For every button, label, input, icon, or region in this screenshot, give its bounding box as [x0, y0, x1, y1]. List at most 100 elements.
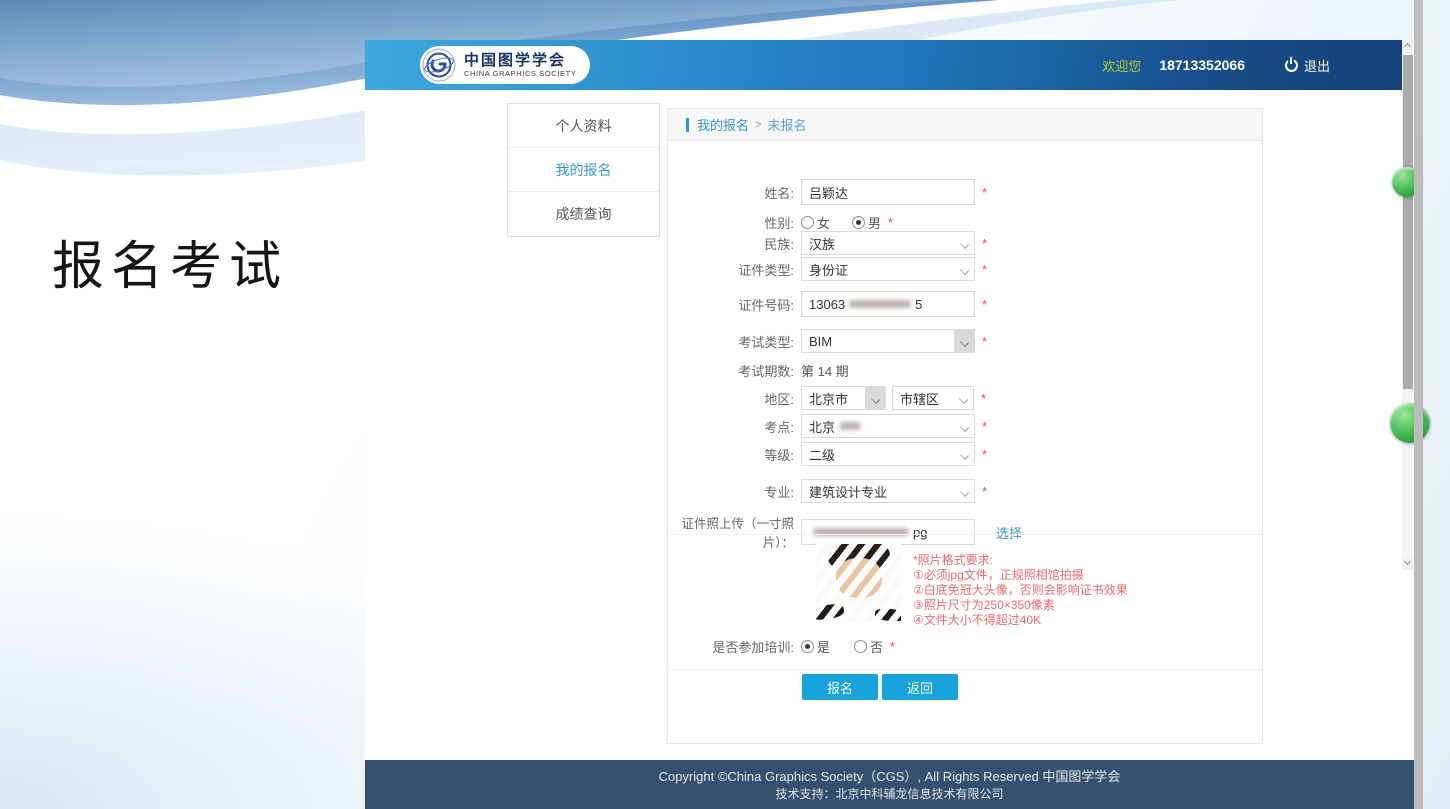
region-province-value: 北京市	[809, 389, 848, 408]
training-row: 是否参加培训: 是 否 *	[668, 637, 1262, 656]
breadcrumb-section[interactable]: 我的报名	[697, 115, 749, 134]
gender-male-radio[interactable]	[852, 216, 865, 229]
id-type-row: 证件类型: 身份证 *	[668, 257, 1262, 281]
gender-male-option[interactable]: 男	[868, 213, 881, 232]
submit-button[interactable]: 报名	[802, 674, 878, 700]
divider	[668, 534, 1262, 535]
id-number-input[interactable]: 13063 5	[801, 291, 975, 317]
exam-type-value: BIM	[809, 334, 832, 349]
choose-file-link[interactable]: 选择	[996, 523, 1022, 542]
header-user-area: 欢迎您 18713352066 退出	[1102, 40, 1330, 90]
breadcrumb-separator: >	[755, 119, 761, 131]
photo-requirement-item: ③照片尺寸为250×350像素	[913, 598, 1128, 613]
level-label: 等级:	[668, 445, 794, 464]
exam-site-row: 考点: 北京 *	[668, 414, 1262, 438]
training-no-radio[interactable]	[854, 640, 867, 653]
logout-label: 退出	[1304, 56, 1330, 75]
ethnicity-select[interactable]: 汉族	[801, 231, 975, 255]
major-select[interactable]: 建筑设计专业	[801, 479, 975, 503]
gender-female-radio[interactable]	[801, 216, 814, 229]
photo-requirement-item: ④文件大小不得超过40K	[913, 613, 1128, 628]
photo-requirements: *照片格式要求: ①必须jpg文件，正规照相馆拍摄 ②白底免冠大头像，否则会影响…	[913, 553, 1128, 628]
required-marker: *	[982, 334, 987, 349]
registration-panel: 我的报名 > 未报名 姓名: 吕颖达 * 性别: 女 男	[667, 108, 1263, 744]
name-input[interactable]: 吕颖达	[801, 179, 975, 205]
region-district-select[interactable]: 市辖区	[892, 386, 974, 410]
exam-type-label: 考试类型:	[668, 332, 794, 351]
sidebar-item-my-registration[interactable]: 我的报名	[508, 148, 659, 192]
required-marker: *	[890, 639, 895, 654]
photo-upload-label: 证件照上传（一寸照片）：	[668, 513, 794, 551]
name-row: 姓名: 吕颖达 *	[668, 179, 1262, 205]
training-no-option[interactable]: 否	[870, 637, 883, 656]
logo-subtitle: CHINA GRAPHICS SOCIETY	[464, 69, 576, 78]
society-emblem-icon	[422, 48, 456, 82]
level-select[interactable]: 二级	[801, 442, 975, 466]
exam-period-label: 考试期数:	[668, 361, 794, 380]
exam-period-row: 考试期数: 第 14 期	[668, 361, 1262, 380]
ethnicity-value: 汉族	[809, 234, 835, 253]
major-label: 专业:	[668, 482, 794, 501]
chevron-down-icon	[960, 423, 969, 432]
actions-row: 报名 返回	[668, 674, 1262, 700]
scrollbar-up-arrow-icon[interactable]	[1402, 40, 1414, 53]
id-number-redacted	[849, 300, 911, 308]
exam-site-select[interactable]: 北京	[801, 414, 975, 438]
name-label: 姓名:	[668, 183, 794, 202]
id-number-row: 证件号码: 13063 5 *	[668, 291, 1262, 317]
sidebar-item-profile[interactable]: 个人资料	[508, 104, 659, 148]
site-logo[interactable]: 中国图学学会 CHINA GRAPHICS SOCIETY	[420, 46, 590, 84]
id-type-label: 证件类型:	[668, 260, 794, 279]
gender-label: 性别:	[668, 213, 794, 232]
photo-requirement-item: ②白底免冠大头像，否则会影响证书效果	[913, 583, 1128, 598]
photo-requirement-item: ①必须jpg文件，正规照相馆拍摄	[913, 568, 1128, 583]
chevron-down-icon	[960, 488, 969, 497]
exam-site-value: 北京	[809, 417, 835, 436]
required-marker: *	[982, 262, 987, 277]
exam-type-select[interactable]: BIM	[801, 329, 975, 353]
breadcrumb: 我的报名 > 未报名	[668, 109, 1262, 141]
region-province-select[interactable]: 北京市	[801, 386, 886, 410]
sidebar-item-score-query[interactable]: 成绩查询	[508, 192, 659, 236]
photo-filename-input[interactable]: pg	[801, 519, 975, 545]
scrollbar-down-arrow-icon[interactable]	[1402, 557, 1414, 570]
chevron-down-icon	[960, 240, 969, 249]
hero-title: 报名考试	[52, 224, 288, 299]
training-yes-radio[interactable]	[801, 640, 814, 653]
photo-preview	[816, 544, 901, 621]
id-type-value: 身份证	[809, 260, 848, 279]
copyright-line: Copyright ©China Graphics Society（CGS）, …	[365, 767, 1414, 786]
power-icon	[1285, 59, 1298, 72]
photo-redaction-scribble	[816, 544, 901, 621]
user-phone-number: 18713352066	[1159, 57, 1245, 73]
gender-female-option[interactable]: 女	[817, 213, 830, 232]
required-marker: *	[982, 484, 987, 499]
required-marker: *	[982, 236, 987, 251]
id-number-prefix: 13063	[809, 297, 845, 312]
required-marker: *	[981, 391, 986, 406]
gender-row: 性别: 女 男 *	[668, 213, 1262, 232]
chevron-down-icon	[960, 266, 969, 275]
breadcrumb-accent-bar	[686, 118, 689, 132]
photo-upload-row: 证件照上传（一寸照片）： pg 选择	[668, 513, 1262, 551]
photo-filename-suffix: pg	[913, 525, 927, 540]
ethnicity-label: 民族:	[668, 234, 794, 253]
page-footer: Copyright ©China Graphics Society（CGS）, …	[365, 760, 1414, 809]
window-scrollbar-track[interactable]	[1414, 0, 1423, 809]
exam-type-row: 考试类型: BIM *	[668, 329, 1262, 353]
welcome-text: 欢迎您	[1102, 56, 1141, 75]
logout-button[interactable]: 退出	[1285, 56, 1330, 75]
floating-service-badge[interactable]	[1390, 403, 1430, 443]
major-row: 专业: 建筑设计专业 *	[668, 479, 1262, 503]
chevron-down-icon	[960, 451, 969, 460]
logo-title: 中国图学学会	[464, 52, 576, 69]
scrollbar-thumb[interactable]	[1403, 55, 1413, 389]
training-yes-option[interactable]: 是	[817, 637, 830, 656]
id-type-select[interactable]: 身份证	[801, 257, 975, 281]
sidebar-menu: 个人资料 我的报名 成绩查询	[507, 103, 660, 237]
training-label: 是否参加培训:	[668, 637, 794, 656]
logo-text: 中国图学学会 CHINA GRAPHICS SOCIETY	[464, 52, 576, 78]
back-button[interactable]: 返回	[882, 674, 958, 700]
level-row: 等级: 二级 *	[668, 442, 1262, 466]
id-number-label: 证件号码:	[668, 295, 794, 314]
